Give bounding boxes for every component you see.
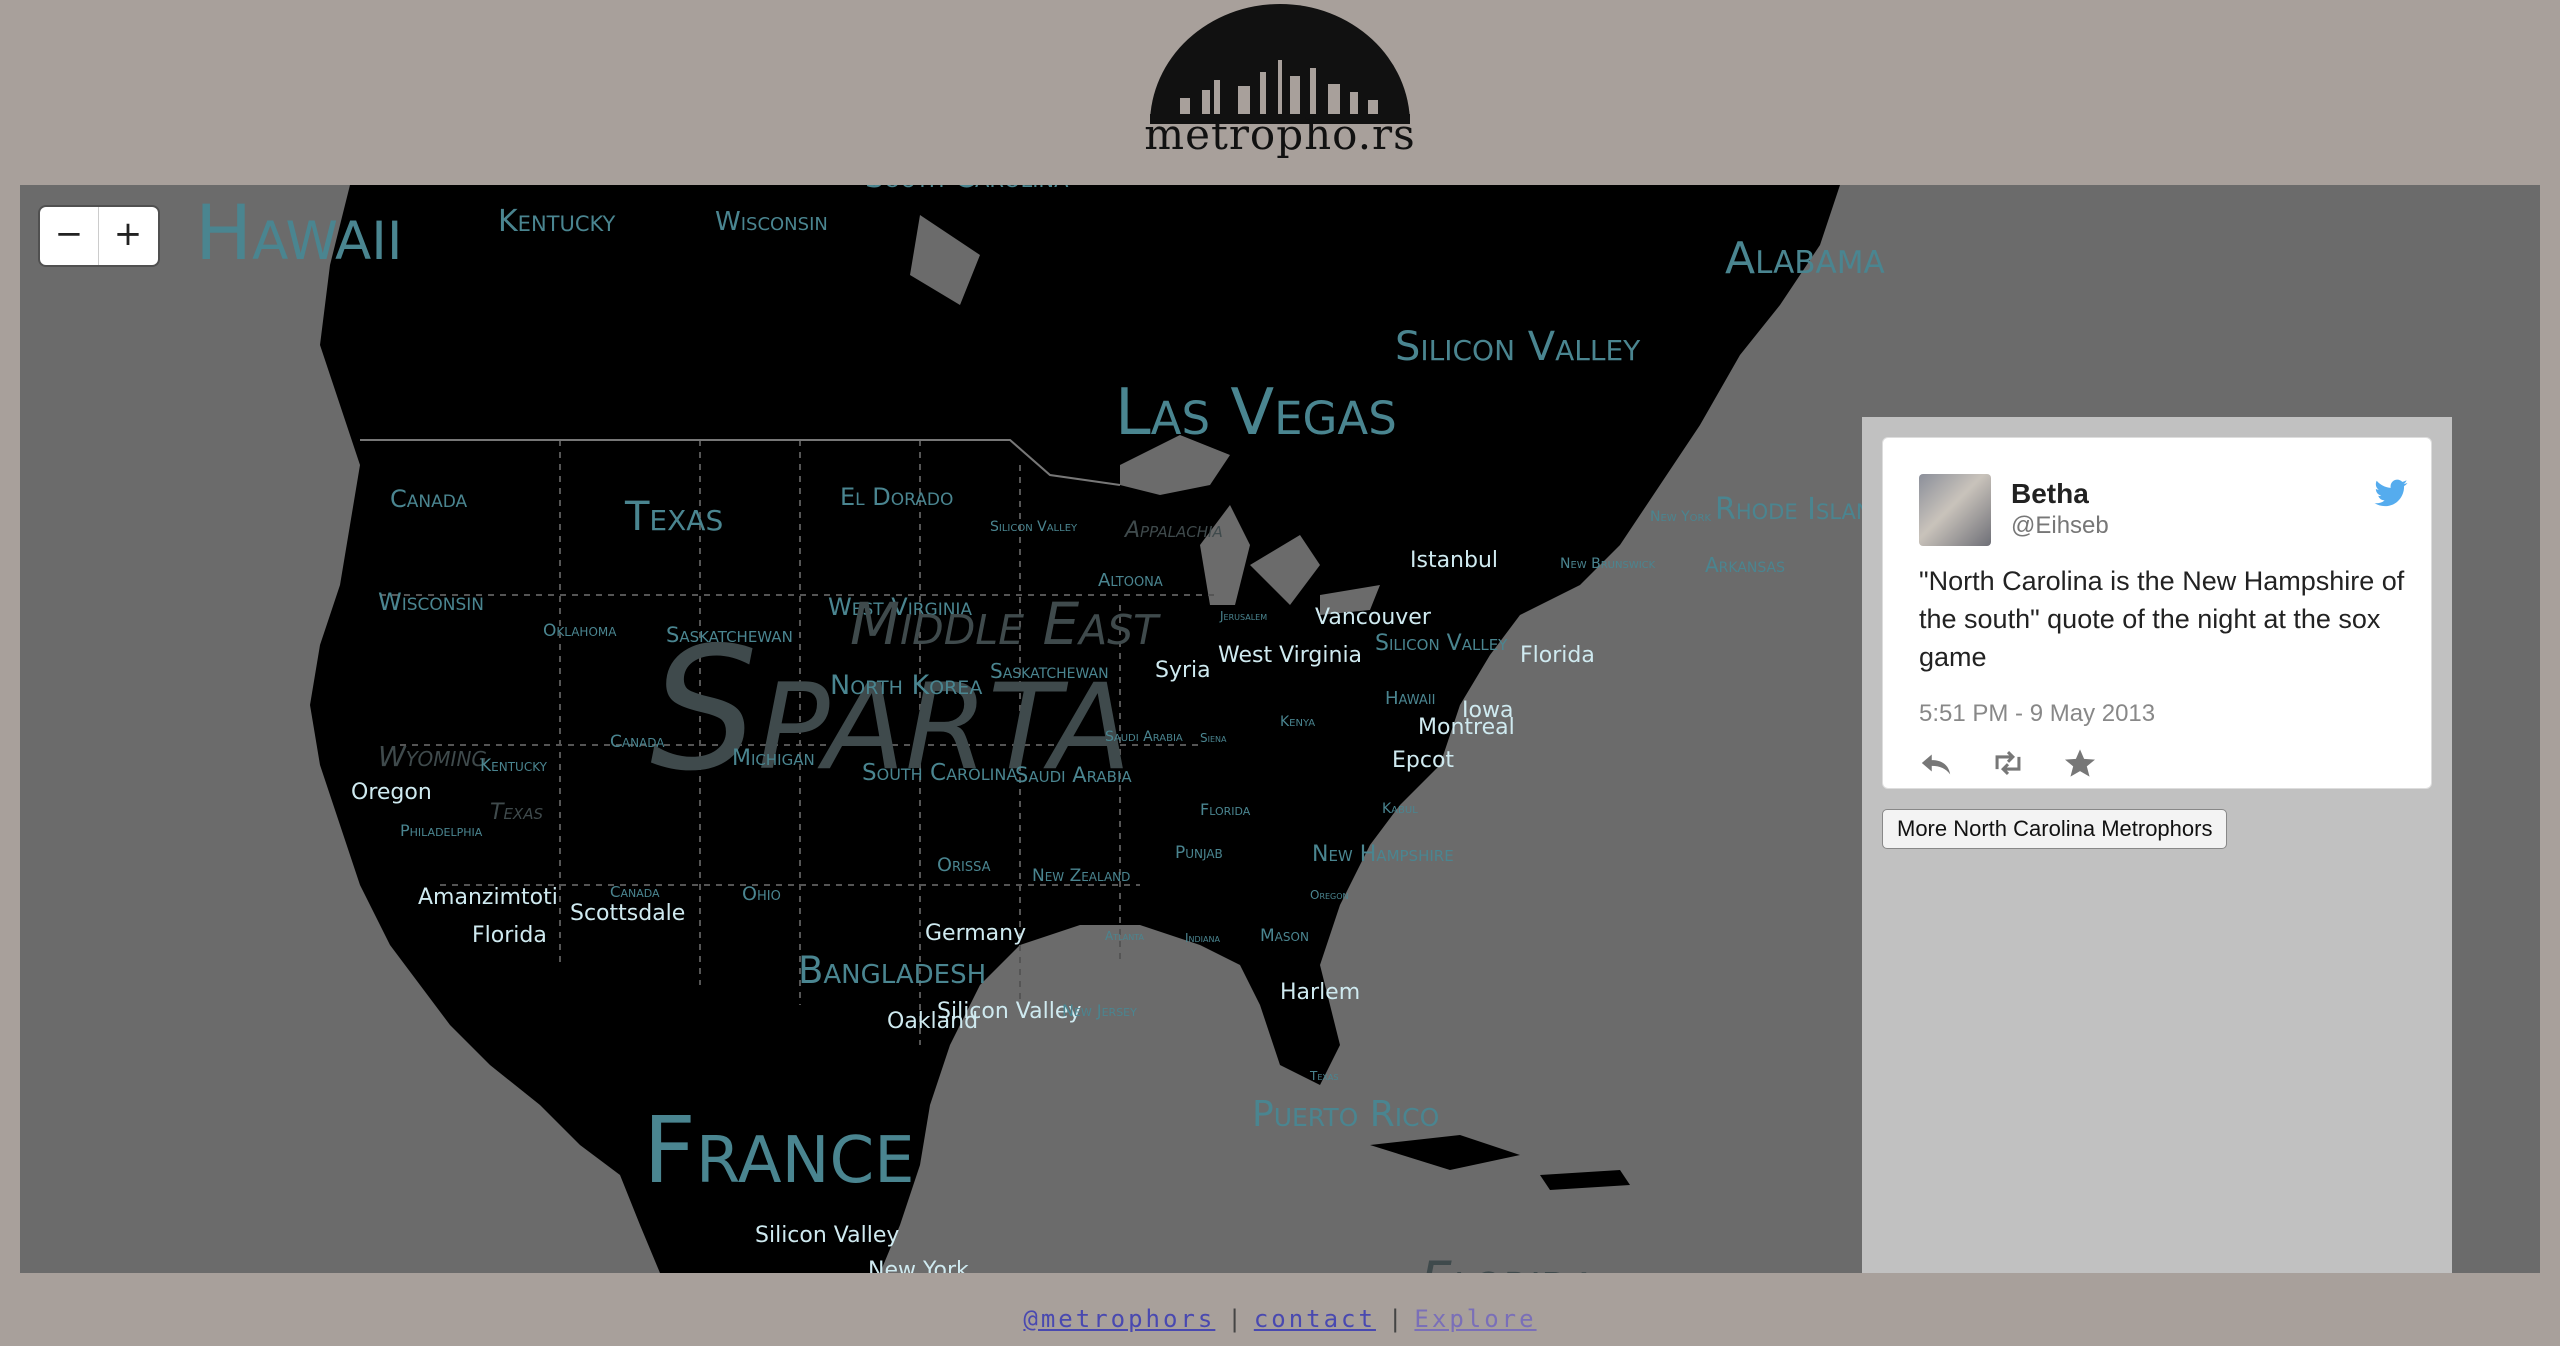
map-label[interactable]: Oakland xyxy=(887,1011,978,1033)
retweet-icon[interactable] xyxy=(1991,748,2025,778)
map-label[interactable]: Arkansas xyxy=(1705,555,1785,575)
map-label[interactable]: Kentucky xyxy=(498,207,615,237)
footer-separator: | xyxy=(1227,1305,1242,1333)
map-label[interactable]: Vancouver xyxy=(1315,607,1431,629)
map-label[interactable]: South Carolina xyxy=(865,185,1069,193)
map-label[interactable]: New Zealand xyxy=(1032,868,1130,885)
map-label[interactable]: Kabul xyxy=(1382,802,1418,816)
map-label[interactable]: New Hampshire xyxy=(1312,844,1454,866)
map-label[interactable]: El Dorado xyxy=(840,485,953,509)
map-label[interactable]: Hawaii xyxy=(195,195,403,271)
map-label[interactable]: Saudi Arabia xyxy=(1015,765,1132,786)
map-label[interactable]: West Virginia xyxy=(1218,645,1362,667)
skyline-logo-icon xyxy=(1150,4,1410,124)
map-label[interactable]: Jerusalem xyxy=(1220,610,1267,622)
reply-icon[interactable] xyxy=(1919,748,1953,778)
zoom-out-button[interactable]: − xyxy=(40,207,98,265)
zoom-control: − + xyxy=(40,207,158,265)
map-label[interactable]: Amanzimtoti xyxy=(418,887,558,909)
favorite-star-icon[interactable] xyxy=(2063,748,2097,778)
map-label[interactable]: Orissa xyxy=(937,856,990,875)
map-label[interactable]: Appalachia xyxy=(1125,520,1223,542)
map-label[interactable]: Florida xyxy=(472,925,547,947)
site-logo[interactable]: metropho.rs xyxy=(1140,0,1420,175)
map-label[interactable]: Wisconsin xyxy=(378,590,484,614)
map-label[interactable]: Michigan xyxy=(732,748,815,770)
map-label[interactable]: Epcot xyxy=(1392,750,1454,772)
map-label[interactable]: France xyxy=(643,1105,915,1197)
map-label[interactable]: Texas xyxy=(625,497,723,537)
map-label[interactable]: Oregon xyxy=(351,782,432,804)
map-label[interactable]: Kenya xyxy=(1280,715,1315,729)
footer-separator: | xyxy=(1387,1305,1403,1333)
tweet-actions xyxy=(1919,748,2097,778)
map-label[interactable]: Canada xyxy=(390,487,467,511)
contact-link[interactable]: contact xyxy=(1254,1305,1376,1333)
map-label[interactable]: Hawaii xyxy=(1385,690,1435,708)
map-label[interactable]: Florida xyxy=(1520,645,1595,667)
map-label[interactable]: Florida xyxy=(1200,802,1250,818)
avatar[interactable] xyxy=(1919,474,1991,546)
map-label[interactable]: Oregon xyxy=(1310,889,1349,901)
map-view[interactable]: − + Hawaii Kentucky Wisconsin South Carolin… xyxy=(20,185,2540,1273)
zoom-in-button[interactable]: + xyxy=(98,207,157,265)
map-label[interactable]: New Jersey xyxy=(1062,1003,1137,1019)
map-label[interactable]: Silicon Valley xyxy=(1375,633,1507,655)
map-label[interactable]: Alabama xyxy=(1725,237,1885,281)
map-label[interactable]: Germany xyxy=(925,923,1026,945)
map-label[interactable]: Ohio xyxy=(742,885,781,904)
more-metrophors-button[interactable]: More North Carolina Metrophors xyxy=(1882,809,2228,849)
map-label[interactable]: New York xyxy=(868,1260,969,1274)
map-label[interactable]: Wyoming xyxy=(378,743,487,771)
map-label[interactable]: Puerto Rico xyxy=(1252,1097,1439,1133)
map-label[interactable]: Silicon Valley xyxy=(755,1225,899,1247)
map-label[interactable]: Altoona xyxy=(1098,572,1163,590)
map-label[interactable]: Siena xyxy=(1200,732,1227,744)
map-label[interactable]: Canada xyxy=(610,734,665,751)
map-label[interactable]: Texas xyxy=(490,802,543,824)
map-label[interactable]: Oklahoma xyxy=(543,623,616,640)
tweet-timestamp[interactable]: 5:51 PM - 9 May 2013 xyxy=(1919,700,2155,728)
twitter-bird-icon[interactable] xyxy=(2373,476,2409,512)
map-label[interactable]: Bangladesh xyxy=(798,952,986,989)
map-label[interactable]: Syria xyxy=(1155,660,1211,682)
twitter-link[interactable]: @metrophors xyxy=(1023,1305,1215,1333)
map-label[interactable]: Silicon Valley xyxy=(1395,327,1640,367)
map-label[interactable]: Canada xyxy=(610,885,660,900)
tweet-card: Betha @Eihseb "North Carolina is the New… xyxy=(1882,437,2432,789)
map-label[interactable]: Florida xyxy=(1420,1255,1594,1274)
map-label[interactable]: Saudi Arabia xyxy=(1105,730,1183,744)
map-label[interactable]: Texas xyxy=(1310,1070,1338,1082)
footer: @metrophors | contact | Explore xyxy=(0,1305,2560,1333)
map-label[interactable]: New York xyxy=(1650,510,1711,524)
map-label[interactable]: Las Vegas xyxy=(1115,381,1397,445)
map-label[interactable]: Punjab xyxy=(1175,845,1223,862)
tweet-panel: Betha @Eihseb "North Carolina is the New… xyxy=(1862,417,2452,1273)
map-label[interactable]: North Korea xyxy=(830,672,982,699)
map-label[interactable]: Silicon Valley xyxy=(990,520,1077,534)
map-label[interactable]: Harlem xyxy=(1280,982,1360,1004)
map-label[interactable]: Istanbul xyxy=(1410,550,1498,572)
explore-link[interactable]: Explore xyxy=(1414,1305,1536,1333)
map-label[interactable]: Atlanta xyxy=(1105,930,1144,942)
tweet-author-name[interactable]: Betha xyxy=(2011,478,2089,510)
logo-text: metropho.rs xyxy=(1144,110,1416,159)
map-label[interactable]: Montreal xyxy=(1418,717,1515,739)
tweet-text: "North Carolina is the New Hampshire of … xyxy=(1919,566,2405,672)
tweet-author-handle[interactable]: @Eihseb xyxy=(2011,512,2109,540)
map-label[interactable]: Wisconsin xyxy=(715,209,828,235)
map-label[interactable]: New Brunswick xyxy=(1560,557,1655,571)
map-label[interactable]: Saskatchewan xyxy=(990,661,1109,681)
map-label[interactable]: Kentucky xyxy=(480,758,547,775)
map-label[interactable]: Philadelphia xyxy=(400,823,482,839)
map-label[interactable]: Scottsdale xyxy=(570,903,685,925)
map-label[interactable]: Mason xyxy=(1260,928,1309,945)
map-label[interactable]: Indiana xyxy=(1185,932,1220,944)
map-label[interactable]: South Carolina xyxy=(862,762,1017,785)
